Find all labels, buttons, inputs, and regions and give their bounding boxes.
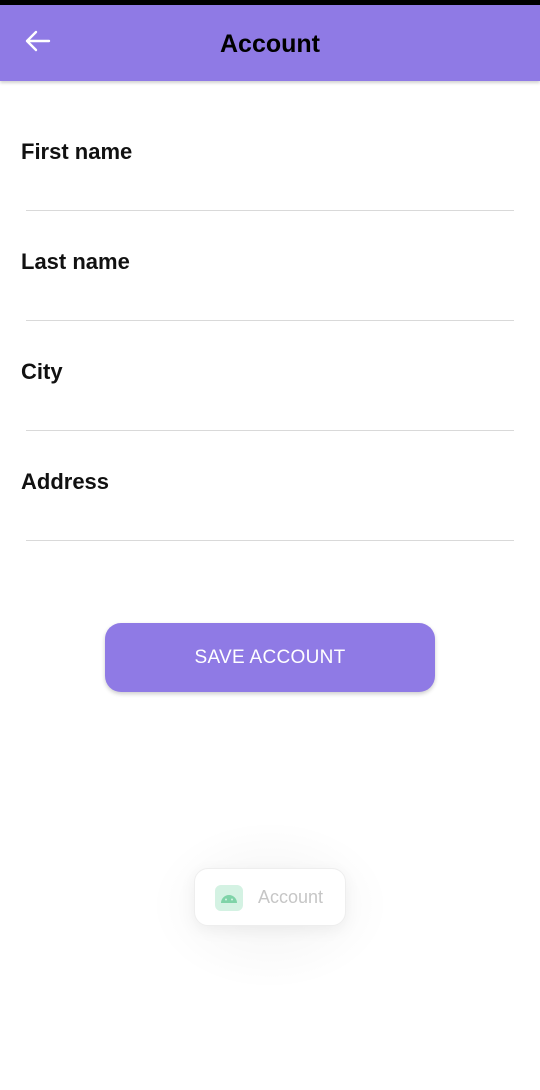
address-field-group: Address [0,411,540,541]
city-label: City [21,359,63,384]
address-input[interactable] [26,499,514,541]
last-name-label: Last name [21,249,130,274]
account-form: First name Last name City Address [0,81,540,541]
first-name-field-group: First name [0,81,540,211]
back-button[interactable] [18,23,58,63]
save-account-button[interactable]: SAVE ACCOUNT [105,623,435,692]
app-bar: Account [0,5,540,81]
address-label: Address [21,469,110,494]
page-title: Account [220,30,320,58]
first-name-label: First name [21,139,133,164]
toast-label: Account [258,887,324,907]
city-field-group: City [0,301,540,431]
last-name-field-group: Last name [0,191,540,321]
toast: Account [194,868,346,926]
arrow-left-icon [25,30,51,57]
android-icon [215,885,243,911]
